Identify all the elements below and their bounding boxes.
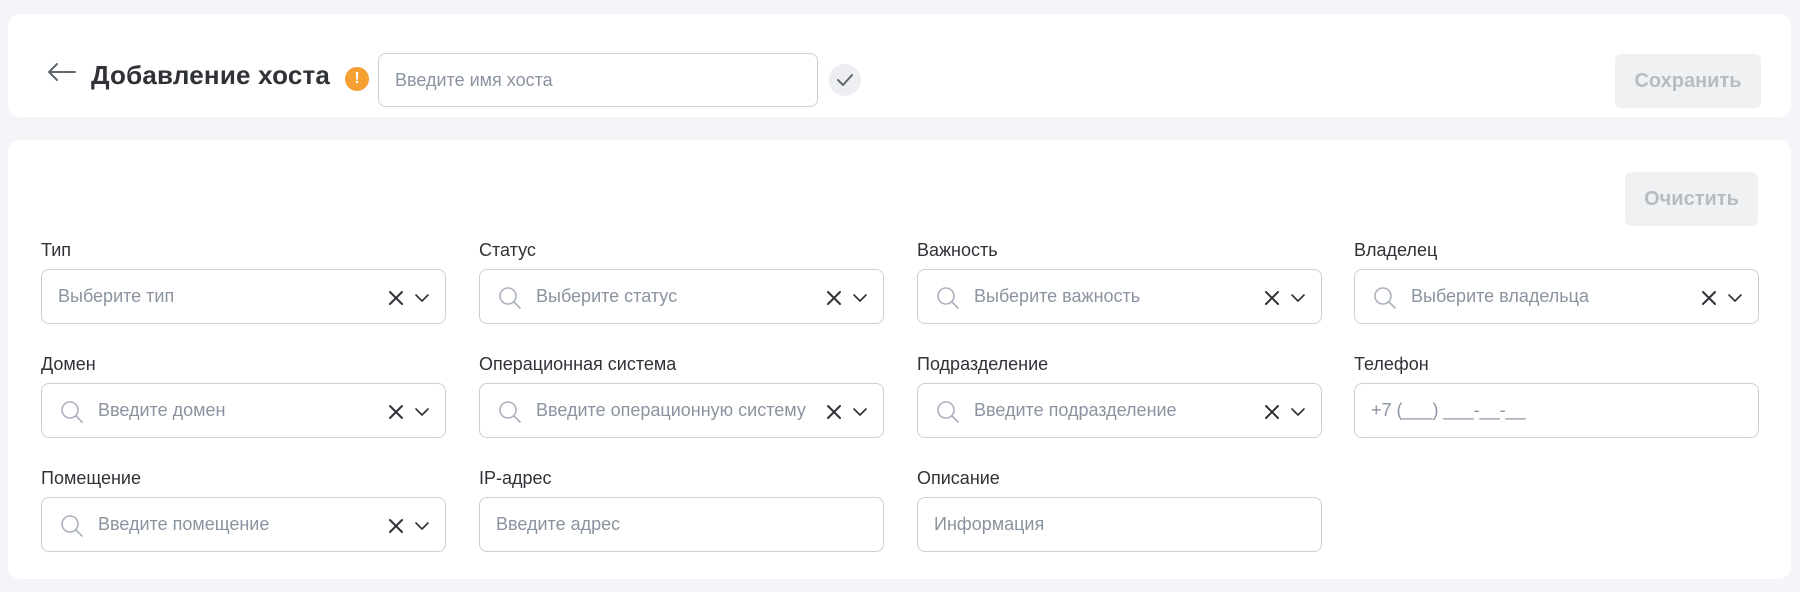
ip-label: IP-адрес [479, 468, 552, 488]
page-title: Добавление хоста [91, 60, 331, 90]
division-field: Подразделение Введите подразделение [917, 353, 1322, 438]
os-placeholder: Введите операционную систему [536, 400, 806, 420]
phone-field: Телефон +7 (___) ___-__-__ [1354, 353, 1759, 438]
search-icon [499, 287, 521, 309]
description-label: Описание [917, 468, 1000, 488]
importance-label: Важность [917, 240, 998, 260]
owner-field: Владелец Выберите владельца [1354, 239, 1759, 324]
save-button[interactable]: Сохранить [1615, 54, 1761, 108]
chevron-down-icon[interactable] [413, 517, 431, 535]
close-icon[interactable] [386, 516, 406, 536]
host-name-input[interactable] [378, 53, 818, 107]
room-label: Помещение [41, 468, 141, 488]
domain-placeholder: Введите домен [98, 400, 226, 420]
division-placeholder: Введите подразделение [974, 400, 1177, 420]
description-field: Описание Информация [917, 467, 1322, 552]
close-icon[interactable] [386, 288, 406, 308]
owner-placeholder: Выберите владельца [1411, 286, 1589, 306]
ip-field: IP-адрес Введите адрес [479, 467, 884, 552]
phone-label: Телефон [1354, 354, 1429, 374]
domain-select[interactable]: Введите домен [41, 383, 446, 438]
importance-select[interactable]: Выберите важность [917, 269, 1322, 324]
search-icon [61, 515, 83, 537]
close-icon[interactable] [824, 288, 844, 308]
search-icon [1374, 287, 1396, 309]
os-select[interactable]: Введите операционную систему [479, 383, 884, 438]
chevron-down-icon[interactable] [851, 403, 869, 421]
ip-input[interactable]: Введите адрес [479, 497, 884, 552]
chevron-down-icon[interactable] [1726, 289, 1744, 307]
domain-field: Домен Введите домен [41, 353, 446, 438]
search-icon [61, 401, 83, 423]
importance-placeholder: Выберите важность [974, 286, 1141, 306]
type-select[interactable]: Выберите тип [41, 269, 446, 324]
search-icon [499, 401, 521, 423]
chevron-down-icon[interactable] [851, 289, 869, 307]
domain-label: Домен [41, 354, 96, 374]
chevron-down-icon[interactable] [413, 403, 431, 421]
status-label: Статус [479, 240, 536, 260]
status-select[interactable]: Выберите статус [479, 269, 884, 324]
back-button[interactable] [38, 48, 86, 96]
close-icon[interactable] [1262, 288, 1282, 308]
importance-field: Важность Выберите важность [917, 239, 1322, 324]
phone-placeholder: +7 (___) ___-__-__ [1371, 400, 1526, 420]
host-form-panel: Очистить Тип Выберите тип Статус Выберит… [8, 140, 1791, 579]
status-placeholder: Выберите статус [536, 286, 678, 306]
type-field: Тип Выберите тип [41, 239, 446, 324]
room-select[interactable]: Введите помещение [41, 497, 446, 552]
close-icon[interactable] [386, 402, 406, 422]
arrow-left-icon [48, 63, 76, 81]
os-field: Операционная система Введите операционну… [479, 353, 884, 438]
close-icon[interactable] [1262, 402, 1282, 422]
phone-input[interactable]: +7 (___) ___-__-__ [1354, 383, 1759, 438]
search-icon [937, 287, 959, 309]
search-icon [937, 401, 959, 423]
close-icon[interactable] [824, 402, 844, 422]
type-label: Тип [41, 240, 72, 260]
confirm-host-name-button[interactable] [829, 64, 861, 96]
owner-select[interactable]: Выберите владельца [1354, 269, 1759, 324]
owner-label: Владелец [1354, 240, 1438, 260]
division-select[interactable]: Введите подразделение [917, 383, 1322, 438]
check-icon [837, 74, 853, 86]
room-field: Помещение Введите помещение [41, 467, 446, 552]
chevron-down-icon[interactable] [1289, 289, 1307, 307]
description-input[interactable]: Информация [917, 497, 1322, 552]
ip-placeholder: Введите адрес [496, 514, 621, 534]
warning-icon: ! [345, 67, 369, 91]
header-panel: Добавление хоста ! Сохранить [8, 14, 1791, 117]
room-placeholder: Введите помещение [98, 514, 270, 534]
division-label: Подразделение [917, 354, 1049, 374]
os-label: Операционная система [479, 354, 677, 374]
description-placeholder: Информация [934, 514, 1045, 534]
close-icon[interactable] [1699, 288, 1719, 308]
chevron-down-icon[interactable] [413, 289, 431, 307]
chevron-down-icon[interactable] [1289, 403, 1307, 421]
clear-form-button[interactable]: Очистить [1625, 172, 1758, 226]
status-field: Статус Выберите статус [479, 239, 884, 324]
type-placeholder: Выберите тип [58, 286, 175, 306]
